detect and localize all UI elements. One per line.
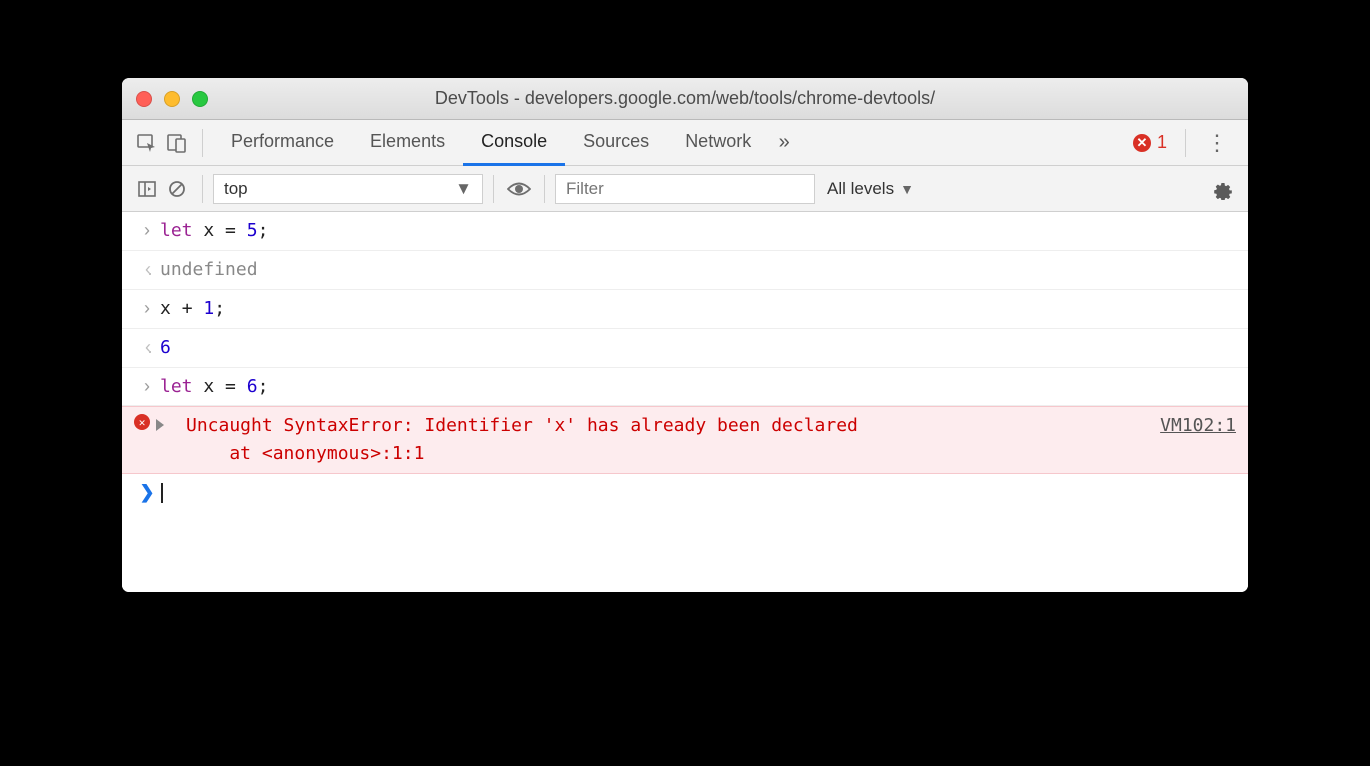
context-value: top xyxy=(224,179,248,199)
console-output-row[interactable]: ‹․6 xyxy=(122,329,1248,368)
error-count-badge[interactable]: ✕ 1 xyxy=(1125,132,1175,153)
error-source-link[interactable]: VM102:1 xyxy=(1146,412,1236,440)
console-input-row[interactable]: ›let x = 5; xyxy=(122,212,1248,251)
show-console-sidebar-icon[interactable] xyxy=(132,174,162,204)
live-expression-icon[interactable] xyxy=(504,174,534,204)
input-chevron-icon: › xyxy=(134,295,160,323)
tab-network[interactable]: Network xyxy=(667,120,769,166)
output-chevron-icon: ‹․ xyxy=(134,256,160,284)
log-content: undefined xyxy=(160,256,1236,284)
log-content: let x = 6; xyxy=(160,373,1236,401)
error-message: Uncaught SyntaxError: Identifier 'x' has… xyxy=(186,412,1146,468)
console-prompt-row[interactable]: ❯ xyxy=(122,474,1248,512)
error-icon: ✕ xyxy=(1133,134,1151,152)
console-settings-icon[interactable] xyxy=(1208,174,1238,204)
console-input[interactable] xyxy=(160,479,1236,507)
prompt-chevron-icon: ❯ xyxy=(134,479,160,507)
minimize-window-button[interactable] xyxy=(164,91,180,107)
devtools-window: DevTools - developers.google.com/web/too… xyxy=(122,78,1248,592)
zoom-window-button[interactable] xyxy=(192,91,208,107)
divider xyxy=(1185,129,1186,157)
filter-input[interactable] xyxy=(555,174,815,204)
main-tabbar: PerformanceElementsConsoleSourcesNetwork… xyxy=(122,120,1248,166)
tabs-overflow-button[interactable]: » xyxy=(769,128,799,158)
console-input-row[interactable]: ›let x = 6; xyxy=(122,368,1248,407)
tab-console[interactable]: Console xyxy=(463,120,565,166)
disclosure-triangle-icon[interactable] xyxy=(156,419,164,431)
tab-performance[interactable]: Performance xyxy=(213,120,352,166)
dropdown-triangle-icon: ▼ xyxy=(455,179,472,199)
console-error-row[interactable]: ✕ Uncaught SyntaxError: Identifier 'x' h… xyxy=(122,406,1248,474)
close-window-button[interactable] xyxy=(136,91,152,107)
console-input-row[interactable]: ›x + 1; xyxy=(122,290,1248,329)
console-toolbar: top ▼ All levels ▼ xyxy=(122,166,1248,212)
input-chevron-icon: › xyxy=(134,217,160,245)
error-count: 1 xyxy=(1157,132,1167,153)
divider xyxy=(202,129,203,157)
clear-console-icon[interactable] xyxy=(162,174,192,204)
tab-sources[interactable]: Sources xyxy=(565,120,667,166)
input-chevron-icon: › xyxy=(134,373,160,401)
log-content: 6 xyxy=(160,334,1236,362)
log-levels-select[interactable]: All levels ▼ xyxy=(815,179,926,199)
divider xyxy=(544,175,545,203)
more-options-icon[interactable]: ⋮ xyxy=(1196,130,1238,156)
titlebar: DevTools - developers.google.com/web/too… xyxy=(122,78,1248,120)
window-title: DevTools - developers.google.com/web/too… xyxy=(122,88,1248,109)
panel-tabs: PerformanceElementsConsoleSourcesNetwork xyxy=(213,120,769,165)
log-content: x + 1; xyxy=(160,295,1236,323)
divider xyxy=(202,175,203,203)
inspect-element-icon[interactable] xyxy=(132,128,162,158)
tab-elements[interactable]: Elements xyxy=(352,120,463,166)
output-chevron-icon: ‹․ xyxy=(134,334,160,362)
console-output-row[interactable]: ‹․undefined xyxy=(122,251,1248,290)
divider xyxy=(493,175,494,203)
device-toolbar-icon[interactable] xyxy=(162,128,192,158)
log-content: let x = 5; xyxy=(160,217,1236,245)
dropdown-triangle-icon: ▼ xyxy=(900,181,914,197)
error-icon: ✕ xyxy=(134,414,150,430)
console-output[interactable]: ›let x = 5;‹․undefined›x + 1;‹․6›let x =… xyxy=(122,212,1248,592)
levels-label: All levels xyxy=(827,179,894,199)
execution-context-select[interactable]: top ▼ xyxy=(213,174,483,204)
window-controls xyxy=(136,91,208,107)
